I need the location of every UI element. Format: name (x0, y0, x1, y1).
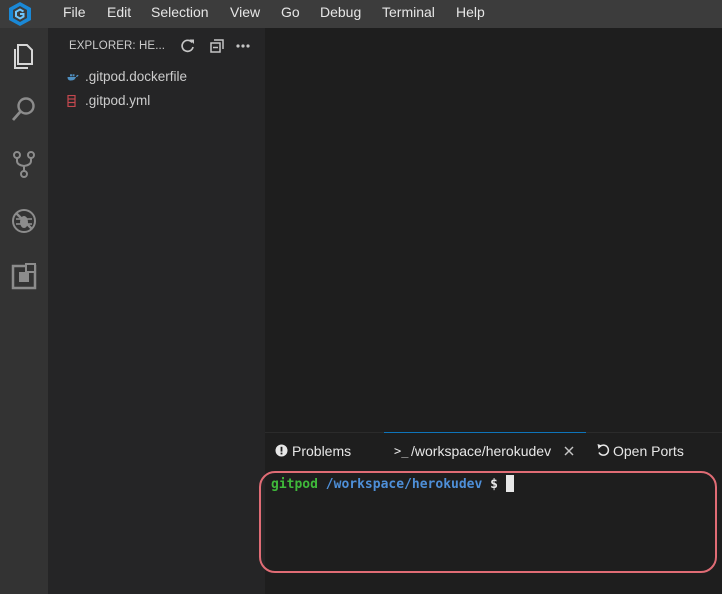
source-control-icon[interactable] (6, 146, 42, 182)
close-icon[interactable] (564, 446, 574, 456)
extensions-icon[interactable] (6, 258, 42, 294)
explorer-sidebar: EXPLORER: HE... .gitpod.dockerfile .gitp… (48, 28, 265, 594)
file-label: .gitpod.yml (85, 93, 151, 108)
bottom-panel: Problems >_ /workspace/herokudev Open Po… (259, 432, 722, 594)
menu-help[interactable]: Help (456, 4, 485, 20)
search-icon[interactable] (6, 92, 42, 128)
tab-label: /workspace/herokudev (411, 443, 552, 459)
explorer-title: EXPLORER: HE... (69, 40, 166, 52)
prompt-path: /workspace/herokudev (325, 477, 483, 492)
docker-file-icon (67, 74, 79, 81)
more-actions-icon[interactable] (234, 37, 252, 55)
menu-view[interactable]: View (230, 4, 260, 20)
file-label: .gitpod.dockerfile (85, 69, 188, 84)
tab-open-ports[interactable]: Open Ports (593, 433, 713, 469)
collapse-all-icon[interactable] (208, 37, 226, 55)
tab-terminal[interactable]: >_ /workspace/herokudev (384, 432, 586, 469)
tab-label: Open Ports (613, 443, 684, 459)
terminal-cursor (505, 475, 514, 492)
menu-bar: File Edit Selection View Go Debug Termin… (0, 0, 722, 28)
menu-file[interactable]: File (63, 4, 86, 20)
menu-debug[interactable]: Debug (320, 4, 361, 20)
terminal-icon: >_ (394, 444, 409, 458)
problems-icon (275, 444, 288, 457)
tab-problems[interactable]: Problems (265, 433, 377, 469)
editor-area[interactable] (265, 28, 722, 432)
prompt-symbol: $ (490, 477, 498, 492)
refresh-icon[interactable] (179, 37, 197, 55)
refresh-ports-icon (597, 444, 610, 456)
tab-label: Problems (292, 443, 352, 459)
menu-go[interactable]: Go (281, 4, 300, 20)
debug-icon[interactable] (6, 202, 42, 238)
yaml-file-icon (67, 95, 76, 107)
files-icon[interactable] (6, 38, 42, 74)
menu-terminal[interactable]: Terminal (382, 4, 435, 20)
menu-edit[interactable]: Edit (107, 4, 131, 20)
menu-selection[interactable]: Selection (151, 4, 209, 20)
file-item-dockerfile[interactable]: .gitpod.dockerfile (48, 66, 265, 88)
file-item-yml[interactable]: .gitpod.yml (48, 90, 265, 112)
gitpod-logo-icon[interactable] (7, 1, 33, 27)
prompt-user: gitpod (271, 477, 318, 492)
terminal-prompt-line[interactable]: gitpod /workspace/herokudev $ (271, 475, 514, 492)
activity-bar (0, 28, 48, 594)
